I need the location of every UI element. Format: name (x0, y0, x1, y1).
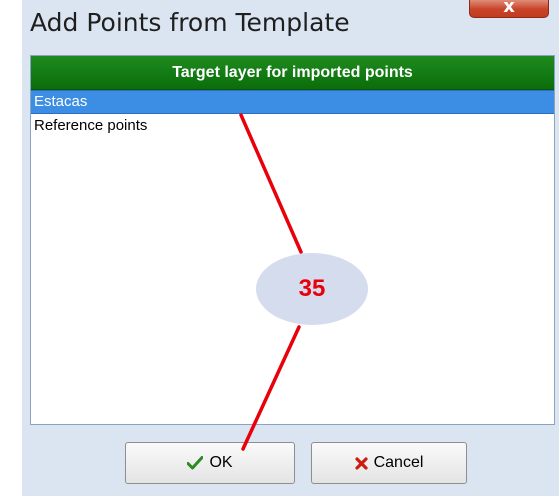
screenshot: Add Points from Template x Target layer … (0, 0, 559, 496)
dialog-title: Add Points from Template (30, 8, 350, 37)
list-item-estacas[interactable]: Estacas (31, 90, 554, 114)
add-points-dialog: Add Points from Template x Target layer … (22, 0, 559, 496)
callout-number: 35 (298, 275, 326, 302)
close-icon: x (503, 0, 515, 17)
close-button[interactable]: x (469, 0, 549, 18)
title-bar: Add Points from Template x (22, 0, 559, 52)
checkmark-icon (187, 456, 204, 470)
annotation-callout: 35 (256, 253, 368, 325)
list-header: Target layer for imported points (31, 56, 554, 90)
cancel-button-label: Cancel (373, 454, 424, 471)
ok-button-label: OK (209, 454, 233, 471)
x-mark-icon (354, 456, 368, 470)
ok-button[interactable]: OK (125, 442, 295, 484)
list-item-reference-points[interactable]: Reference points (31, 114, 554, 138)
layer-list-panel: Target layer for imported points Estacas… (30, 55, 555, 425)
cancel-button[interactable]: Cancel (311, 442, 467, 484)
button-bar: OK Cancel (22, 426, 559, 496)
